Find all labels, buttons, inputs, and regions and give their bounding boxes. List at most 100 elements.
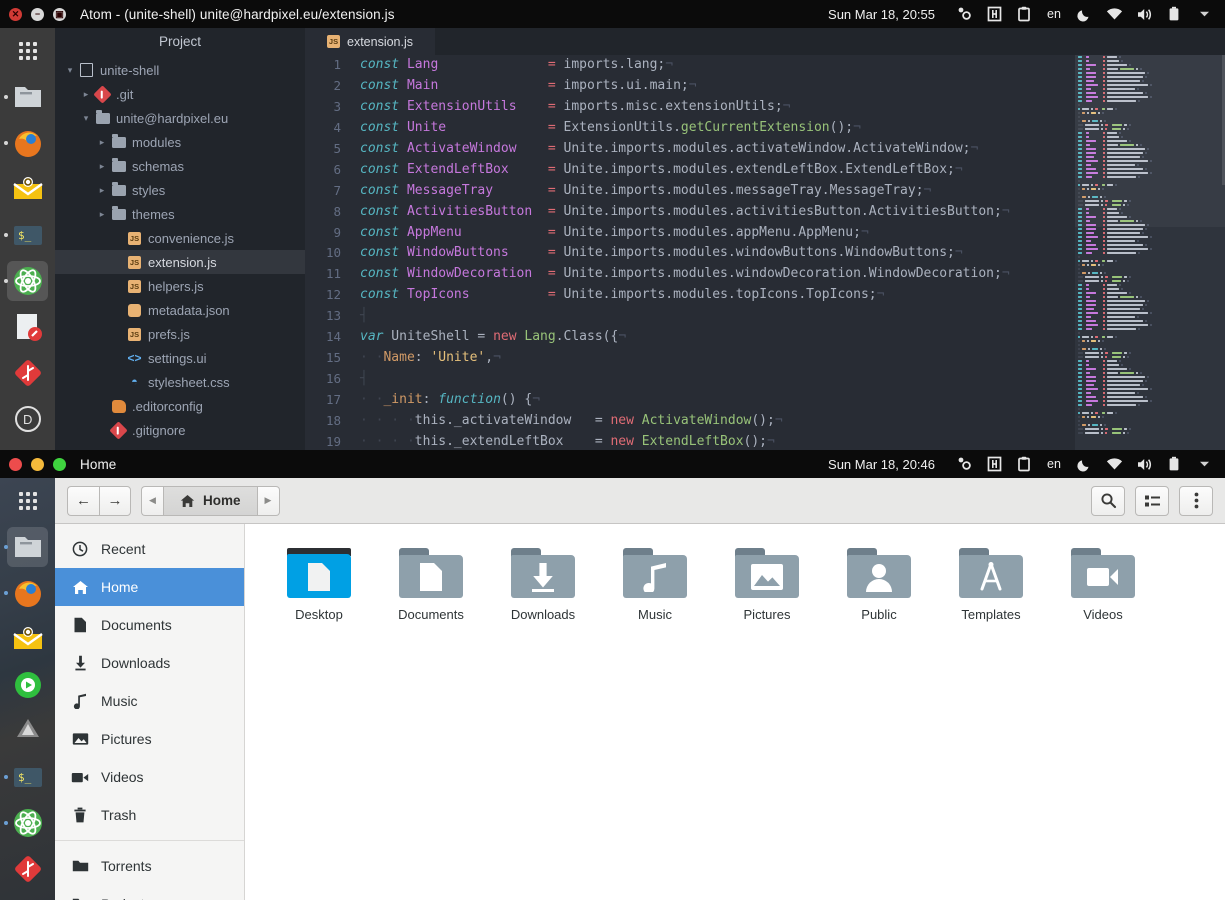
chevron-right-icon[interactable]: ▸ bbox=[95, 137, 109, 148]
chevron-down-icon[interactable] bbox=[1189, 0, 1219, 28]
gear-icon[interactable] bbox=[949, 450, 979, 478]
dock-item-files[interactable] bbox=[0, 524, 55, 570]
wifi-icon[interactable] bbox=[1099, 0, 1129, 28]
chevron-down-icon[interactable]: ▾ bbox=[79, 113, 93, 124]
hdd-icon[interactable] bbox=[979, 450, 1009, 478]
menu-button[interactable] bbox=[1179, 485, 1213, 516]
clipboard-icon[interactable] bbox=[1009, 450, 1039, 478]
sidebar-item-projects[interactable]: Projects bbox=[55, 885, 244, 900]
dock-item-terminal[interactable]: $_ bbox=[0, 754, 55, 800]
dock-item-thunderbird[interactable] bbox=[0, 166, 55, 212]
maximize-button[interactable] bbox=[53, 457, 66, 471]
dock-item-thunderbird[interactable] bbox=[0, 616, 55, 662]
chevron-down-icon[interactable]: ▾ bbox=[63, 65, 77, 76]
dock-item-firefox[interactable] bbox=[0, 120, 55, 166]
minimap-slider[interactable] bbox=[1075, 55, 1225, 227]
tree-item--editorconfig[interactable]: .editorconfig bbox=[55, 394, 305, 418]
view-toggle-button[interactable] bbox=[1135, 485, 1169, 516]
file-item-public[interactable]: Public bbox=[823, 542, 935, 628]
dock-item-atom[interactable] bbox=[0, 258, 55, 304]
keyboard-layout[interactable]: en bbox=[1039, 7, 1069, 21]
file-item-pictures[interactable]: Pictures bbox=[711, 542, 823, 628]
sidebar-item-pictures[interactable]: Pictures bbox=[55, 720, 244, 758]
chevron-right-icon[interactable]: ▸ bbox=[95, 161, 109, 172]
keyboard-layout[interactable]: en bbox=[1039, 457, 1069, 471]
wifi-icon[interactable] bbox=[1099, 450, 1129, 478]
chevron-right-icon[interactable]: ▸ bbox=[95, 185, 109, 196]
back-button[interactable]: ← bbox=[67, 485, 99, 516]
tree-item-stylesheet-css[interactable]: ◓ stylesheet.css bbox=[55, 370, 305, 394]
dock-item-gitkraken[interactable] bbox=[0, 846, 55, 892]
sidebar-item-torrents[interactable]: Torrents bbox=[55, 847, 244, 885]
gear-icon[interactable] bbox=[949, 0, 979, 28]
app-grid-button[interactable] bbox=[0, 478, 55, 524]
breadcrumb-next-button[interactable]: ▶ bbox=[257, 485, 280, 516]
sidebar-item-home[interactable]: Home bbox=[55, 568, 244, 606]
dock-item-gitkraken[interactable] bbox=[0, 350, 55, 396]
tree-item-themes[interactable]: ▸ themes bbox=[55, 202, 305, 226]
tree-item-unite-shell[interactable]: ▾ unite-shell bbox=[55, 58, 305, 82]
dock-item-text-editor[interactable] bbox=[0, 304, 55, 350]
sidebar-item-music[interactable]: Music bbox=[55, 682, 244, 720]
file-item-desktop[interactable]: Desktop bbox=[263, 542, 375, 628]
sidebar-item-documents[interactable]: Documents bbox=[55, 606, 244, 644]
sidebar-item-trash[interactable]: Trash bbox=[55, 796, 244, 834]
close-button[interactable]: ✕ bbox=[9, 7, 22, 21]
hdd-icon[interactable] bbox=[979, 0, 1009, 28]
clock[interactable]: Sun Mar 18, 20:55 bbox=[828, 7, 935, 22]
tree-item-modules[interactable]: ▸ modules bbox=[55, 130, 305, 154]
sidebar-item-downloads[interactable]: Downloads bbox=[55, 644, 244, 682]
dock-item-terminal[interactable]: $_ bbox=[0, 212, 55, 258]
volume-icon[interactable] bbox=[1129, 450, 1159, 478]
app-grid-button[interactable] bbox=[0, 28, 55, 74]
battery-icon[interactable] bbox=[1159, 450, 1189, 478]
folder-icon bbox=[111, 157, 126, 172]
dock-item-atom[interactable] bbox=[0, 800, 55, 846]
minimize-button[interactable]: − bbox=[31, 7, 44, 21]
tree-item-label: .gitignore bbox=[132, 422, 186, 438]
dock-item-spotify[interactable] bbox=[0, 662, 55, 708]
tree-item--git[interactable]: ▸ .git bbox=[55, 82, 305, 106]
clipboard-icon[interactable] bbox=[1009, 0, 1039, 28]
sidebar-item-recent[interactable]: Recent bbox=[55, 530, 244, 568]
tree-item-schemas[interactable]: ▸ schemas bbox=[55, 154, 305, 178]
tree-item-unite-hardpixel-eu[interactable]: ▾ unite@hardpixel.eu bbox=[55, 106, 305, 130]
chevron-right-icon[interactable]: ▸ bbox=[95, 209, 109, 220]
dock-item-firefox[interactable] bbox=[0, 570, 55, 616]
battery-icon[interactable] bbox=[1159, 0, 1189, 28]
search-button[interactable] bbox=[1091, 485, 1125, 516]
file-item-downloads[interactable]: Downloads bbox=[487, 542, 599, 628]
tree-item--gitignore[interactable]: .gitignore bbox=[55, 418, 305, 442]
tree-item-styles[interactable]: ▸ styles bbox=[55, 178, 305, 202]
file-item-videos[interactable]: Videos bbox=[1047, 542, 1159, 628]
night-mode-icon[interactable] bbox=[1069, 450, 1099, 478]
dock-item-disks[interactable]: D bbox=[0, 396, 55, 442]
dock-item-files[interactable] bbox=[0, 74, 55, 120]
tree-item-extension-js[interactable]: JS extension.js bbox=[55, 250, 305, 274]
file-item-templates[interactable]: Templates bbox=[935, 542, 1047, 628]
forward-button[interactable]: → bbox=[99, 485, 131, 516]
tab-extension-js[interactable]: JS extension.js bbox=[305, 28, 436, 55]
file-grid[interactable]: Desktop Documents Downloads Music Pictures Pu… bbox=[245, 524, 1225, 900]
dock-item-inkscape[interactable] bbox=[0, 708, 55, 754]
clock[interactable]: Sun Mar 18, 20:46 bbox=[828, 457, 935, 472]
tree-item-metadata-json[interactable]: metadata.json bbox=[55, 298, 305, 322]
code-editor[interactable]: 1 const Lang = imports.lang;¬ 2 const Main … bbox=[305, 55, 1075, 450]
file-item-music[interactable]: Music bbox=[599, 542, 711, 628]
minimize-button[interactable] bbox=[31, 457, 44, 471]
maximize-button[interactable]: ▣ bbox=[53, 7, 66, 21]
sidebar-item-videos[interactable]: Videos bbox=[55, 758, 244, 796]
tree-item-helpers-js[interactable]: JS helpers.js bbox=[55, 274, 305, 298]
breadcrumb-prev-button[interactable]: ◀ bbox=[141, 485, 163, 516]
minimap[interactable] bbox=[1075, 55, 1225, 450]
file-item-documents[interactable]: Documents bbox=[375, 542, 487, 628]
tree-item-convenience-js[interactable]: JS convenience.js bbox=[55, 226, 305, 250]
close-button[interactable] bbox=[9, 457, 22, 471]
night-mode-icon[interactable] bbox=[1069, 0, 1099, 28]
tree-item-prefs-js[interactable]: JS prefs.js bbox=[55, 322, 305, 346]
chevron-right-icon[interactable]: ▸ bbox=[79, 89, 93, 100]
chevron-down-icon[interactable] bbox=[1189, 450, 1219, 478]
breadcrumb-current[interactable]: Home bbox=[163, 485, 258, 516]
tree-item-settings-ui[interactable]: <> settings.ui bbox=[55, 346, 305, 370]
volume-icon[interactable] bbox=[1129, 0, 1159, 28]
